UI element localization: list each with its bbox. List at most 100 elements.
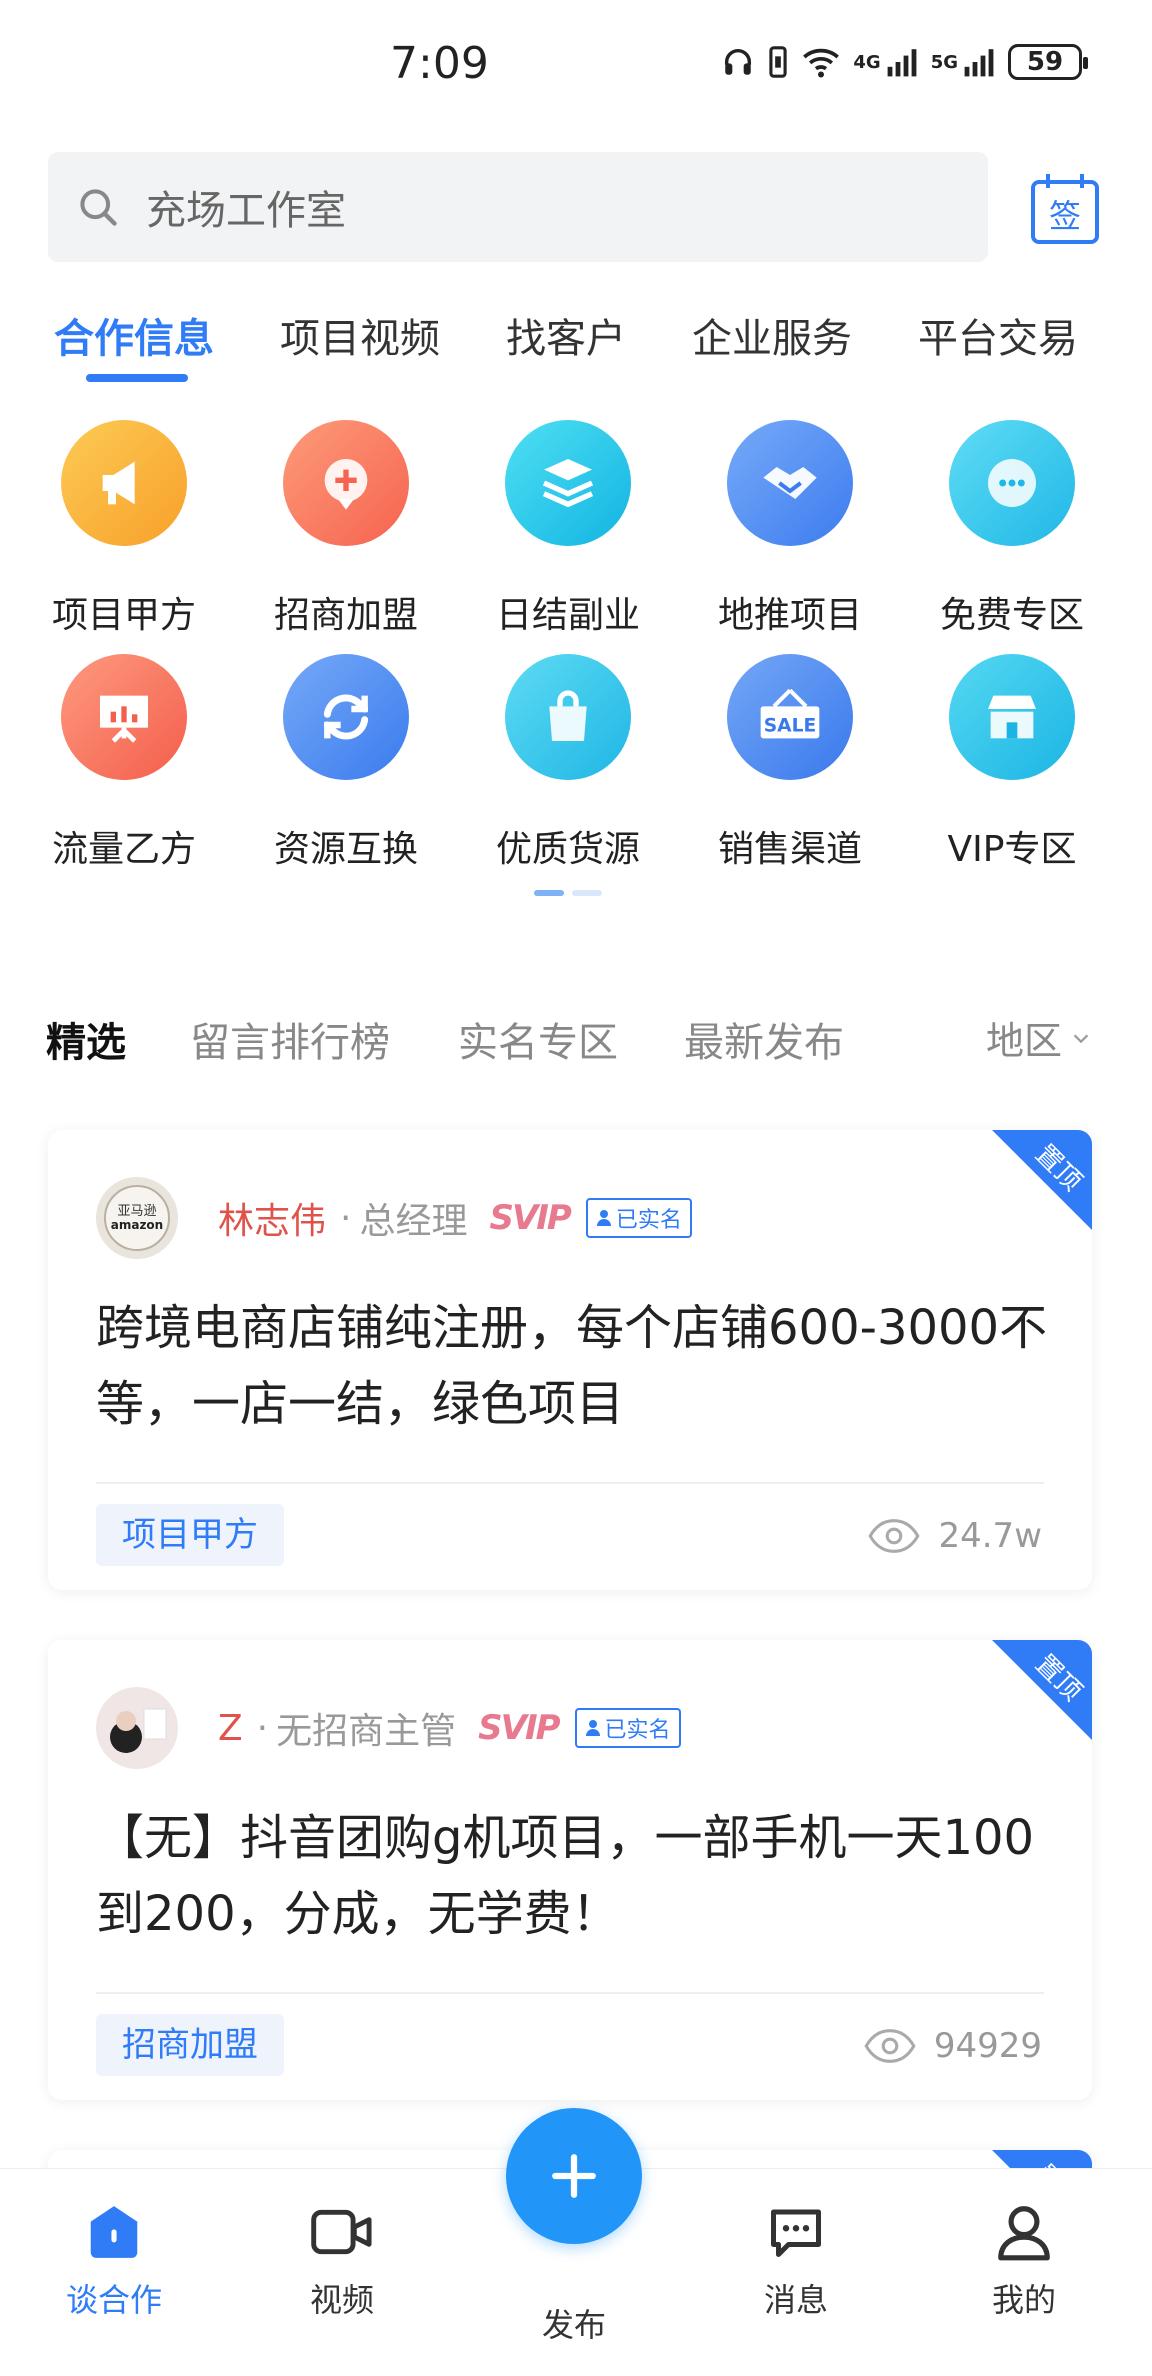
nav-video[interactable]: 视频 [272,2197,412,2321]
filter-tabs: 精选 留言排行榜 实名专区 最新发布 地区 [0,1010,1152,1080]
filter-comment-ranking[interactable]: 留言排行榜 [190,1010,390,1068]
category-resource-swap[interactable]: 资源互换 [256,654,436,872]
top-tabs: 合作信息 项目视频 找客户 企业服务 平台交易 [0,300,1152,390]
view-count-value: 24.7w [938,1516,1042,1556]
author-role: 无招商主管 [276,1711,457,1752]
signal-icon [887,49,917,77]
eye-icon [864,2029,916,2063]
verified-badge: 已实名 [574,1708,681,1748]
page-dot-active [534,890,564,896]
handshake-icon [727,420,853,546]
avatar[interactable] [96,1687,178,1769]
sign-in-button[interactable]: 签 [1030,172,1100,246]
page-dot [572,890,602,896]
page-indicator [534,890,602,896]
nav-label: 消息 [763,2281,828,2319]
category-label: 资源互换 [273,829,418,870]
author-name[interactable]: 林志伟 [218,1192,326,1244]
storefront-icon [949,654,1075,780]
video-camera-icon [307,2197,377,2267]
divider [96,1482,1044,1484]
nav-talk-cooperation[interactable]: 谈合作 [44,2197,184,2321]
network-5g-label: 5G [930,51,958,73]
shopping-bag-icon [505,654,631,780]
post-title[interactable]: 跨境电商店铺纯注册，每个店铺600-3000不等，一店一结，绿色项目 [96,1290,1056,1442]
plus-icon [552,2154,596,2198]
status-bar: 7:09 4G 5G 59 [0,0,1152,140]
pinned-ribbon: 置顶 [992,1640,1092,1740]
category-label: 流量乙方 [51,829,196,870]
category-quality-supply[interactable]: 优质货源 [478,654,658,872]
active-tab-indicator [86,374,188,382]
svip-badge: SVIP [489,1198,571,1238]
category-franchise[interactable]: 招商加盟 [256,420,436,638]
nav-mine[interactable]: 我的 [954,2197,1094,2321]
nav-messages[interactable]: 消息 [726,2197,866,2321]
post-card[interactable]: 置顶 亚马逊 amazon 林志伟 · 总经理 SVIP 已实名 跨境电商店铺纯注… [48,1130,1092,1590]
category-vip-zone[interactable]: VIP专区 [922,654,1102,872]
sale-sign-icon: SALE [727,654,853,780]
post-category-tag[interactable]: 招商加盟 [96,2014,284,2076]
status-time: 7:09 [390,38,489,89]
vibrate-icon [769,46,788,78]
post-title[interactable]: 【无】抖音团购g机项目，一部手机一天100到200，分成，无学费！ [96,1800,1056,1952]
tab-cooperation-info[interactable]: 合作信息 [54,306,214,364]
category-label: 项目甲方 [51,595,196,636]
category-free-zone[interactable]: 免费专区 [922,420,1102,638]
nav-label: 我的 [991,2281,1056,2319]
search-icon [80,189,117,226]
publish-label: 发布 [541,2306,606,2344]
verified-label: 已实名 [615,1208,682,1233]
post-author: 亚马逊 amazon 林志伟 · 总经理 SVIP 已实名 [96,1176,692,1260]
category-label: 免费专区 [939,595,1084,636]
post-card[interactable]: 置顶 Z · 无招商主管 SVIP 已实名 【无】抖音团购g机项目，一部手机一天… [48,1640,1092,2100]
person-icon [585,1720,600,1736]
region-selector[interactable]: 地区 [986,1010,1092,1065]
chat-bubble-icon [949,420,1075,546]
tab-find-customers[interactable]: 找客户 [506,306,626,364]
user-icon [989,2197,1059,2267]
category-daily-sidejob[interactable]: 日结副业 [478,420,658,638]
category-ground-promo[interactable]: 地推项目 [700,420,880,638]
signal-icon-2 [964,49,994,77]
publish-button[interactable] [506,2108,642,2244]
view-count: 94929 [864,2026,1042,2066]
tab-enterprise-service[interactable]: 企业服务 [692,306,852,364]
tab-project-video[interactable]: 项目视频 [280,306,440,364]
category-sales-channel[interactable]: SALE 销售渠道 [700,654,880,872]
category-label: 招商加盟 [273,595,418,636]
sign-label: 签 [1049,197,1081,235]
verified-badge: 已实名 [585,1198,692,1238]
nav-label: 谈合作 [65,2281,162,2319]
post-author: Z · 无招商主管 SVIP 已实名 [96,1686,681,1770]
svg-text:亚马逊: 亚马逊 [117,1204,156,1219]
svip-badge: SVIP [478,1708,560,1748]
refresh-icon [283,654,409,780]
post-category-tag[interactable]: 项目甲方 [96,1504,284,1566]
category-label: 地推项目 [717,595,862,636]
category-project-party-a[interactable]: 项目甲方 [34,420,214,638]
avatar[interactable]: 亚马逊 amazon [96,1177,178,1259]
author-role: 总经理 [359,1201,468,1242]
eye-icon [868,1519,921,1553]
layers-icon [505,420,631,546]
separator-dot: · [340,1197,352,1239]
filter-featured[interactable]: 精选 [46,1010,126,1068]
filter-latest[interactable]: 最新发布 [684,1010,844,1068]
search-placeholder: 充场工作室 [146,188,346,234]
category-label: 日结副业 [495,595,640,636]
home-icon [79,2197,149,2267]
presentation-icon [61,654,187,780]
category-traffic-party-b[interactable]: 流量乙方 [34,654,214,872]
nav-label: 视频 [309,2281,374,2319]
svg-text:SALE: SALE [764,716,817,737]
verified-label: 已实名 [604,1718,671,1743]
category-label: 优质货源 [495,829,640,870]
search-bar[interactable]: 充场工作室 [48,152,988,262]
battery-indicator: 59 [1008,44,1088,80]
wifi-icon [803,48,840,78]
author-name[interactable]: Z [218,1708,243,1749]
network-4g-label: 4G [853,51,881,73]
tab-platform-trade[interactable]: 平台交易 [918,306,1078,364]
filter-verified-zone[interactable]: 实名专区 [458,1010,618,1068]
